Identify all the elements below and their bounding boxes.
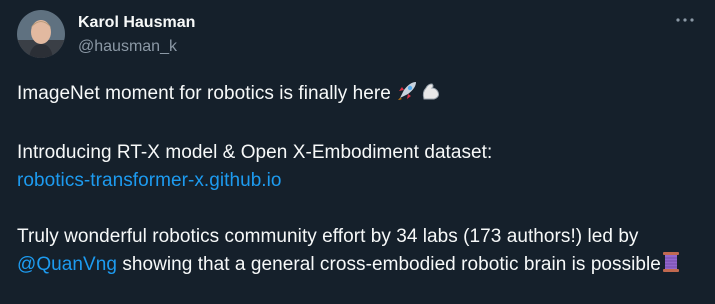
mention-link[interactable]: @QuanVng [17,254,117,275]
tweet-text: ImageNet moment for robotics is finally … [17,80,698,282]
tweet-paragraph-3: Truly wonderful robotics community effor… [17,223,698,282]
author-names: Karol Hausman @hausman_k [78,10,195,57]
tweet-card[interactable]: Karol Hausman @hausman_k ImageNet moment… [0,0,715,304]
avatar-image [17,10,65,58]
tweet-header: Karol Hausman @hausman_k [17,10,698,68]
tweet-line-1: ImageNet moment for robotics is finally … [17,83,397,104]
author-handle[interactable]: @hausman_k [78,37,195,57]
project-link[interactable]: robotics-transformer-x.github.io [17,170,282,191]
author-display-name[interactable]: Karol Hausman [78,13,195,33]
more-options-icon[interactable] [673,8,697,32]
avatar[interactable] [17,10,65,58]
tweet-body-text-b: showing that a general cross-embodied ro… [116,254,661,275]
tweet-paragraph-1: ImageNet moment for robotics is finally … [17,80,698,111]
tweet-body-text-a: Truly wonderful robotics community effor… [17,226,639,247]
flexed-biceps-emoji [420,80,442,111]
tweet-paragraph-2: Introducing RT-X model & Open X-Embodime… [17,139,698,195]
rocket-emoji [396,80,418,111]
tweet-intro-text: Introducing RT-X model & Open X-Embodime… [17,142,493,163]
spool-of-thread-emoji [662,251,680,282]
